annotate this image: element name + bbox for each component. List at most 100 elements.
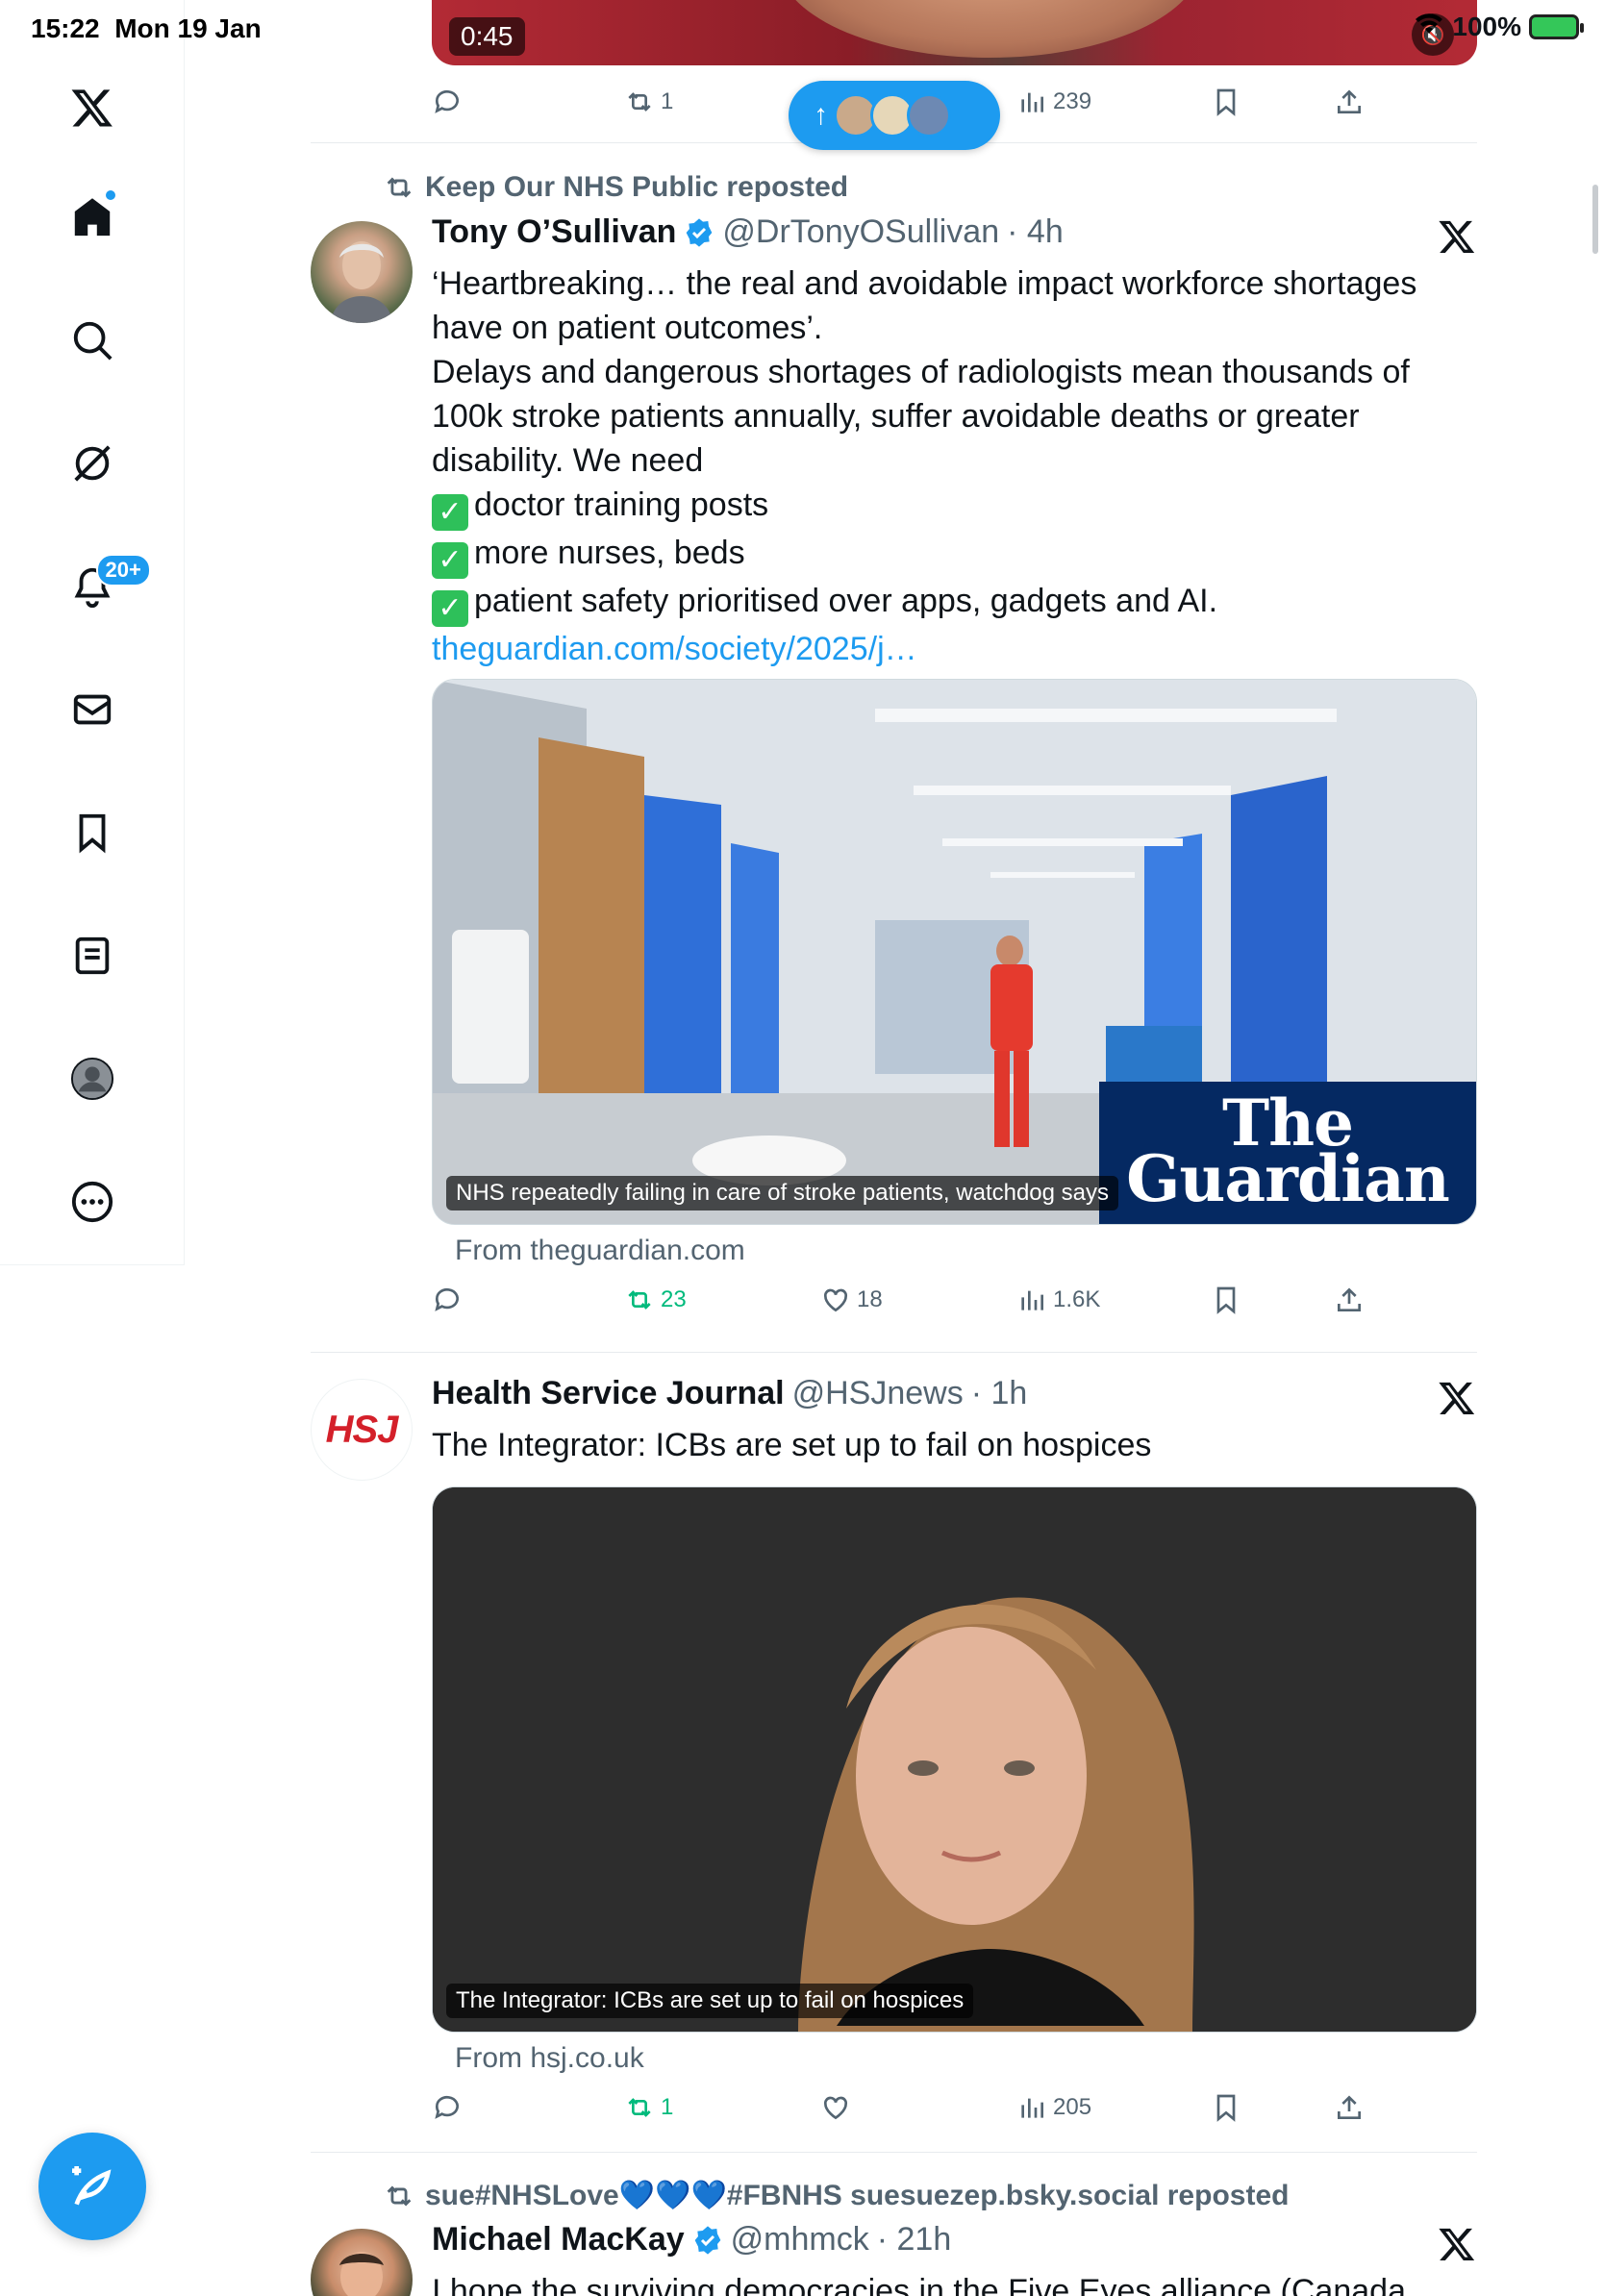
bookmark-button[interactable]: [1211, 2092, 1241, 2123]
repost-count: 23: [661, 1286, 687, 1312]
views-count: 205: [1053, 2094, 1092, 2120]
views-count: 1.6K: [1053, 1286, 1101, 1312]
bookmark-button[interactable]: [1211, 87, 1241, 117]
bookmark-button[interactable]: [1211, 1285, 1241, 1315]
author-name[interactable]: Michael MacKay: [432, 2221, 685, 2259]
tweet-body: ‘Heartbreaking… the real and avoidable i…: [432, 262, 1461, 671]
battery-percent: 100%: [1452, 12, 1521, 41]
author-name[interactable]: Tony O’Sullivan: [432, 213, 676, 251]
sidebar-item-lists[interactable]: [54, 917, 131, 994]
x-logo[interactable]: [54, 69, 131, 146]
repost-attribution[interactable]: sue#NHSLove💙💙💙#FBNHS suesuezep.bsky.soci…: [383, 2179, 1289, 2212]
x-source-icon[interactable]: [1438, 1379, 1476, 1417]
notification-badge: 20+: [95, 554, 151, 586]
like-button[interactable]: 18: [820, 1285, 883, 1315]
views-button[interactable]: 205: [1016, 2092, 1091, 2123]
sidebar-item-more[interactable]: [54, 1163, 131, 1240]
card-source[interactable]: From hsj.co.uk: [455, 2042, 644, 2075]
bookmark-icon: [1216, 2094, 1236, 2122]
sidebar: 20+: [0, 0, 185, 1265]
link-card-image[interactable]: The Integrator: ICBs are set up to fail …: [432, 1486, 1477, 2033]
sidebar-item-bookmarks[interactable]: [54, 794, 131, 871]
new-posts-pill[interactable]: ↑: [789, 81, 1000, 150]
avatar[interactable]: HSJ: [311, 1379, 413, 1481]
avatar[interactable]: [311, 221, 413, 323]
author-handle[interactable]: @DrTonyOSullivan: [722, 213, 999, 251]
repost-count: 1: [661, 88, 674, 114]
share-icon: [1338, 1287, 1361, 1311]
reply-button[interactable]: [432, 1285, 463, 1315]
tweet-time: · 4h: [1007, 213, 1064, 250]
hsj-logo: HSJ: [325, 1408, 399, 1451]
compose-button[interactable]: [38, 2133, 146, 2240]
x-source-icon[interactable]: [1438, 217, 1476, 256]
sidebar-item-grok[interactable]: [54, 425, 131, 502]
views-icon: [1021, 92, 1043, 112]
author-name[interactable]: Health Service Journal: [432, 1375, 785, 1412]
views-icon: [1021, 2098, 1043, 2118]
link-card-image[interactable]: The Guardian NHS repeatedly failing in c…: [432, 679, 1477, 1225]
checklist-item: ✓ doctor training posts: [432, 483, 1461, 531]
tweet-line: Delays and dangerous shortages of radiol…: [432, 354, 1410, 390]
tweet-line: ‘Heartbreaking… the real and avoidable i…: [432, 265, 1417, 302]
avatar-image: [330, 241, 393, 323]
status-bar: 15:22 Mon 19 Jan 100%: [0, 0, 1604, 60]
avatar-image: [339, 2252, 384, 2296]
repost-icon: [628, 1290, 651, 1310]
bookmark-icon: [79, 813, 105, 854]
views-count: 239: [1053, 88, 1092, 114]
reply-button[interactable]: [432, 2092, 463, 2123]
tweet-actions: 23 18 1.6K: [432, 1285, 1393, 1331]
checklist-item: ✓ patient safety prioritised over apps, g…: [432, 579, 1461, 627]
sidebar-item-home[interactable]: [54, 179, 131, 256]
more-icon: [71, 1181, 113, 1223]
mail-icon: [73, 694, 111, 725]
repost-button[interactable]: 1: [624, 2092, 673, 2123]
pill-avatar: [907, 93, 951, 137]
author-handle[interactable]: @HSJnews: [792, 1375, 964, 1412]
battery-icon: [1529, 14, 1584, 39]
tweet-header: Health Service Journal @HSJnews · 1h: [432, 1375, 1027, 1412]
sidebar-item-notifications[interactable]: 20+: [54, 548, 151, 625]
check-mark-icon: ✓: [432, 494, 468, 531]
status-indicators: 100%: [1414, 12, 1584, 42]
repost-button[interactable]: 23: [624, 1285, 687, 1315]
sidebar-item-search[interactable]: [54, 302, 131, 379]
sidebar-item-messages[interactable]: [54, 671, 131, 748]
share-button[interactable]: [1334, 87, 1365, 117]
tweet-body: I hope the surviving democracies in the …: [432, 2273, 1416, 2296]
repost-attribution[interactable]: Keep Our NHS Public reposted: [383, 171, 848, 204]
views-button[interactable]: 239: [1016, 87, 1091, 117]
views-button[interactable]: 1.6K: [1016, 1285, 1100, 1315]
scrollbar[interactable]: [1592, 185, 1598, 254]
reply-icon: [435, 89, 459, 113]
verified-badge-icon: [687, 217, 713, 247]
profile-avatar-icon: [70, 1057, 113, 1101]
author-handle[interactable]: @mhmck: [731, 2221, 869, 2259]
avatar[interactable]: [311, 2229, 413, 2296]
tweet-actions: 1 205: [432, 2092, 1393, 2138]
tweet-header: Tony O’Sullivan @DrTonyOSullivan · 4h: [432, 213, 1064, 251]
heart-icon: [823, 1288, 848, 1312]
guardian-logo: The Guardian: [1099, 1082, 1476, 1224]
sidebar-item-profile[interactable]: [54, 1040, 131, 1117]
reply-icon: [435, 2095, 459, 2119]
home-icon: [74, 198, 110, 237]
repost-attribution-text: sue#NHSLove💙💙💙#FBNHS suesuezep.bsky.soci…: [425, 2180, 1290, 2211]
card-source[interactable]: From theguardian.com: [455, 1235, 745, 1267]
check-mark-icon: ✓: [432, 590, 468, 627]
views-icon: [1021, 1290, 1043, 1310]
share-button[interactable]: [1334, 1285, 1365, 1315]
compose-feather-icon: [72, 2166, 112, 2206]
x-source-icon[interactable]: [1438, 2225, 1476, 2263]
card-caption: The Integrator: ICBs are set up to fail …: [446, 1984, 974, 2018]
divider: [311, 2152, 1477, 2153]
like-button[interactable]: [820, 2092, 851, 2123]
tweet-body: The Integrator: ICBs are set up to fail …: [432, 1427, 1152, 1463]
tweet-line: disability. We need: [432, 442, 704, 479]
share-button[interactable]: [1334, 2092, 1365, 2123]
repost-button[interactable]: 1: [624, 87, 673, 117]
repost-icon: [628, 2098, 651, 2117]
article-link[interactable]: theguardian.com/society/2025/j…: [432, 627, 1461, 671]
reply-button[interactable]: [432, 87, 463, 117]
